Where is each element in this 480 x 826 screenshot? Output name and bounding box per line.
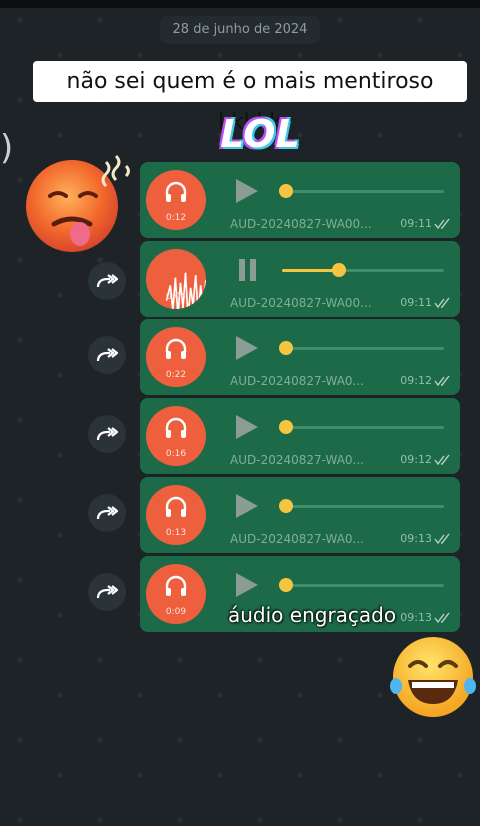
audio-file-name: AUD-20240827-WA00... [230, 296, 372, 310]
audio-progress-track[interactable] [282, 190, 444, 193]
forward-button[interactable] [88, 494, 126, 532]
audio-progress-knob[interactable] [279, 420, 293, 434]
date-chip: 28 de junho de 2024 [160, 16, 320, 44]
audio-duration: 0:16 [165, 449, 187, 459]
play-icon[interactable] [234, 334, 260, 362]
audio-progress-track[interactable] [282, 426, 444, 429]
headphones-icon [165, 575, 187, 596]
audio-duration: 0:22 [165, 370, 187, 380]
audio-progress-knob[interactable] [279, 341, 293, 355]
forward-button[interactable] [88, 573, 126, 611]
headphones-icon [165, 338, 187, 359]
forward-icon [96, 274, 118, 288]
video-subtitle: áudio engraçado [228, 603, 397, 627]
audio-progress-fill [282, 269, 336, 272]
voice-message-4[interactable]: 0:16 AUD-20240827-WA0... 09:12 [140, 398, 460, 474]
audio-file-name: AUD-20240827-WA00... [230, 217, 372, 231]
video-caption: não sei quem é o mais mentiroso kkkkk [33, 61, 467, 135]
hot-face-emoji-icon [26, 154, 130, 252]
double-check-icon [434, 375, 450, 387]
audio-avatar: 0:22 [146, 327, 206, 387]
audio-progress-knob[interactable] [332, 263, 347, 277]
laughing-emoji-icon [390, 637, 476, 717]
edge-glyph: ) [0, 128, 14, 168]
double-check-icon [434, 612, 450, 624]
audio-avatar: 0:16 [146, 406, 206, 466]
play-icon[interactable] [234, 571, 260, 599]
audio-progress-knob[interactable] [279, 578, 293, 592]
voice-message-2[interactable]: 0:04 AUD-20240827-WA00... 09:11 [140, 241, 460, 317]
message-time: 09:11 [400, 217, 432, 230]
audio-duration: 0:09 [165, 607, 187, 617]
audio-duration: 0:04 [165, 292, 187, 302]
double-check-icon [434, 533, 450, 545]
play-icon[interactable] [234, 177, 260, 205]
audio-file-name: AUD-20240827-WA0... [230, 453, 364, 467]
forward-button[interactable] [88, 336, 126, 374]
headphones-icon [165, 181, 187, 202]
double-check-icon [434, 297, 450, 309]
play-icon[interactable] [234, 492, 260, 520]
audio-file-name: AUD-20240827-WA0... [230, 532, 364, 546]
forward-icon [96, 427, 118, 441]
forward-button[interactable] [88, 262, 126, 300]
forward-icon [96, 506, 118, 520]
audio-progress-knob[interactable] [279, 184, 293, 198]
headphones-icon [165, 496, 187, 517]
audio-file-name: AUD-20240827-WA0... [230, 374, 364, 388]
audio-avatar: 0:12 [146, 170, 206, 230]
audio-avatar: 0:13 [146, 485, 206, 545]
double-check-icon [434, 454, 450, 466]
voice-message-1[interactable]: 0:12 AUD-20240827-WA00... 09:11 [140, 162, 460, 238]
audio-avatar: 0:09 [146, 564, 206, 624]
audio-progress-track[interactable] [282, 584, 444, 587]
message-time: 09:11 [400, 296, 432, 309]
audio-duration: 0:13 [165, 528, 187, 538]
audio-avatar: 0:04 [146, 249, 206, 309]
voice-message-3[interactable]: 0:22 AUD-20240827-WA0... 09:12 [140, 319, 460, 395]
headphones-icon [165, 417, 187, 438]
message-time: 09:13 [400, 532, 432, 545]
forward-icon [96, 348, 118, 362]
forward-icon [96, 585, 118, 599]
voice-message-5[interactable]: 0:13 AUD-20240827-WA0... 09:13 [140, 477, 460, 553]
audio-progress-track[interactable] [282, 347, 444, 350]
message-time: 09:12 [400, 453, 432, 466]
message-time: 09:12 [400, 374, 432, 387]
forward-button[interactable] [88, 415, 126, 453]
play-icon[interactable] [234, 413, 260, 441]
pause-icon[interactable] [237, 257, 259, 283]
double-check-icon [434, 218, 450, 230]
audio-progress-knob[interactable] [279, 499, 293, 513]
audio-duration: 0:12 [165, 213, 187, 223]
audio-progress-track[interactable] [282, 505, 444, 508]
lol-sticker: LOL [220, 112, 300, 156]
